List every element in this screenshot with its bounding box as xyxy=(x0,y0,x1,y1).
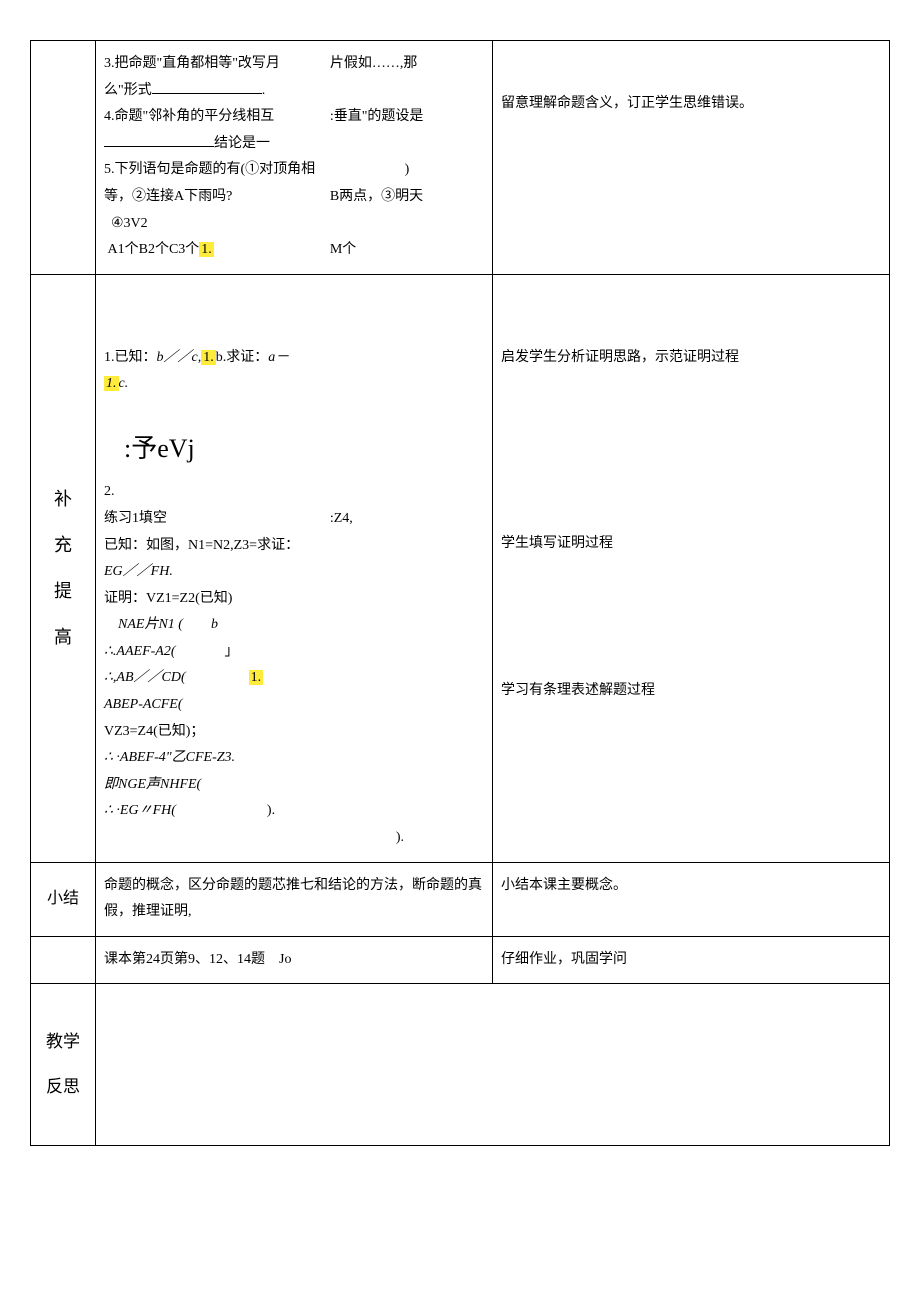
text: A1个B2个C3个 xyxy=(108,242,200,257)
text: 2. xyxy=(104,484,115,499)
row1-content: 3.把命题"直角都相等"改写月 么"形式. 4.命题"邻补角的平分线相互 结论是… xyxy=(96,41,493,275)
text: 么"形式 xyxy=(104,83,152,98)
text: 已知：如图，N1=N2,Z3=求证： xyxy=(104,538,299,553)
text: B两点，③明天 xyxy=(330,189,423,204)
label-char: 补 xyxy=(39,482,87,516)
row5-content xyxy=(96,984,890,1146)
text: b xyxy=(211,617,218,632)
text: ). xyxy=(396,830,404,845)
text: 启发学生分析证明思路，示范证明过程 xyxy=(501,350,739,365)
label-char: 高 xyxy=(39,620,87,654)
row3-notes: 小结本课主要概念。 xyxy=(493,862,890,936)
row1-label xyxy=(31,41,96,275)
table-row: 小结 命题的概念，区分命题的题芯推七和结论的方法，断命题的真假，推理证明, 小结… xyxy=(31,862,890,936)
highlight: 1. xyxy=(201,350,216,365)
label-char: 教学 xyxy=(35,1026,91,1058)
text: ∴.AAEF-A2( xyxy=(104,644,176,659)
text: ) xyxy=(405,162,410,177)
text: :垂直"的题设是 xyxy=(330,109,424,124)
text: 」 xyxy=(225,644,239,659)
text: 留意理解命题含义，订正学生思维错误。 xyxy=(501,96,753,111)
text: 片 xyxy=(144,617,158,632)
text: ABEP-ACFE( xyxy=(104,697,183,712)
text: a－ xyxy=(268,350,289,365)
highlight: 1. xyxy=(104,376,119,391)
row1-notes: 留意理解命题含义，订正学生思维错误。 xyxy=(493,41,890,275)
text: M个 xyxy=(330,242,356,257)
text: ∴ ·ABEF-4"乙CFE-Z3. xyxy=(104,750,235,765)
highlight: 1. xyxy=(199,242,214,257)
text: 小结本课主要概念。 xyxy=(501,878,627,893)
table-row: 3.把命题"直角都相等"改写月 么"形式. 4.命题"邻补角的平分线相互 结论是… xyxy=(31,41,890,275)
text: ∴ ·EG〃FH( xyxy=(104,803,176,818)
text: Jo xyxy=(279,952,291,967)
text: 证明：VZ1=Z2(已知) xyxy=(104,591,232,606)
highlight: 1. xyxy=(249,670,264,685)
text: N1 ( xyxy=(158,617,183,632)
text: 1.已知： xyxy=(104,350,157,365)
text: 学习有条理表述解题过程 xyxy=(501,683,655,698)
text: 课本第24页第9、12、14题 xyxy=(104,952,265,967)
label-char: 提 xyxy=(39,574,87,608)
text: ). xyxy=(267,803,275,818)
text: b.求证： xyxy=(216,350,269,365)
text: ∴,AB／／CD( xyxy=(104,670,186,685)
row2-label: 补 充 提 高 xyxy=(31,274,96,862)
text: 学生填写证明过程 xyxy=(501,536,613,551)
text: ④3V2 xyxy=(111,216,148,231)
text: 即NGE声NHFE( xyxy=(104,777,201,792)
text: 4.命题"邻补角的平分线相互 xyxy=(104,109,274,124)
table-row: 教学 反思 xyxy=(31,984,890,1146)
text: 5.下列语句是命题的有(①对顶角相等，②连接A下雨吗? xyxy=(104,162,315,204)
row2-notes: 启发学生分析证明思路，示范证明过程 学生填写证明过程 学习有条理表述解题过程 xyxy=(493,274,890,862)
document-page: 3.把命题"直角都相等"改写月 么"形式. 4.命题"邻补角的平分线相互 结论是… xyxy=(30,40,890,1146)
blank-line xyxy=(152,79,262,94)
text: EG／／FH. xyxy=(104,564,173,579)
row3-content: 命题的概念，区分命题的题芯推七和结论的方法，断命题的真假，推理证明, xyxy=(96,862,493,936)
text: c. xyxy=(119,376,129,391)
sketch-text: :予eVj xyxy=(104,418,484,479)
text: 片假如……,那 xyxy=(330,56,418,71)
text: 结论是一 xyxy=(214,136,270,151)
row5-label: 教学 反思 xyxy=(31,984,96,1146)
label-char: 充 xyxy=(39,528,87,562)
label-char: 反思 xyxy=(35,1071,91,1103)
text: VZ3=Z4(已知)； xyxy=(104,724,204,739)
text: 练习1填空 xyxy=(104,511,167,526)
text: 3.把命题"直角都相等"改写月 xyxy=(104,56,280,71)
text: 仔细作业，巩固学问 xyxy=(501,952,627,967)
lesson-table: 3.把命题"直角都相等"改写月 么"形式. 4.命题"邻补角的平分线相互 结论是… xyxy=(30,40,890,1146)
row4-label xyxy=(31,936,96,984)
table-row: 补 充 提 高 1.已知：b／／c,1.b.求证：a－ 1.c. :予eVj 2… xyxy=(31,274,890,862)
text: 命题的概念，区分命题的题芯推七和结论的方法，断命题的真假，推理证明, xyxy=(104,878,482,920)
text: :Z4, xyxy=(330,511,353,526)
table-row: 课本第24页第9、12、14题 Jo 仔细作业，巩固学问 xyxy=(31,936,890,984)
row2-content: 1.已知：b／／c,1.b.求证：a－ 1.c. :予eVj 2. 练习1填空 … xyxy=(96,274,493,862)
blank-line xyxy=(104,132,214,147)
row4-notes: 仔细作业，巩固学问 xyxy=(493,936,890,984)
row4-content: 课本第24页第9、12、14题 Jo xyxy=(96,936,493,984)
text: b／／c, xyxy=(157,350,202,365)
row3-label: 小结 xyxy=(31,862,96,936)
text: NAE xyxy=(118,617,144,632)
